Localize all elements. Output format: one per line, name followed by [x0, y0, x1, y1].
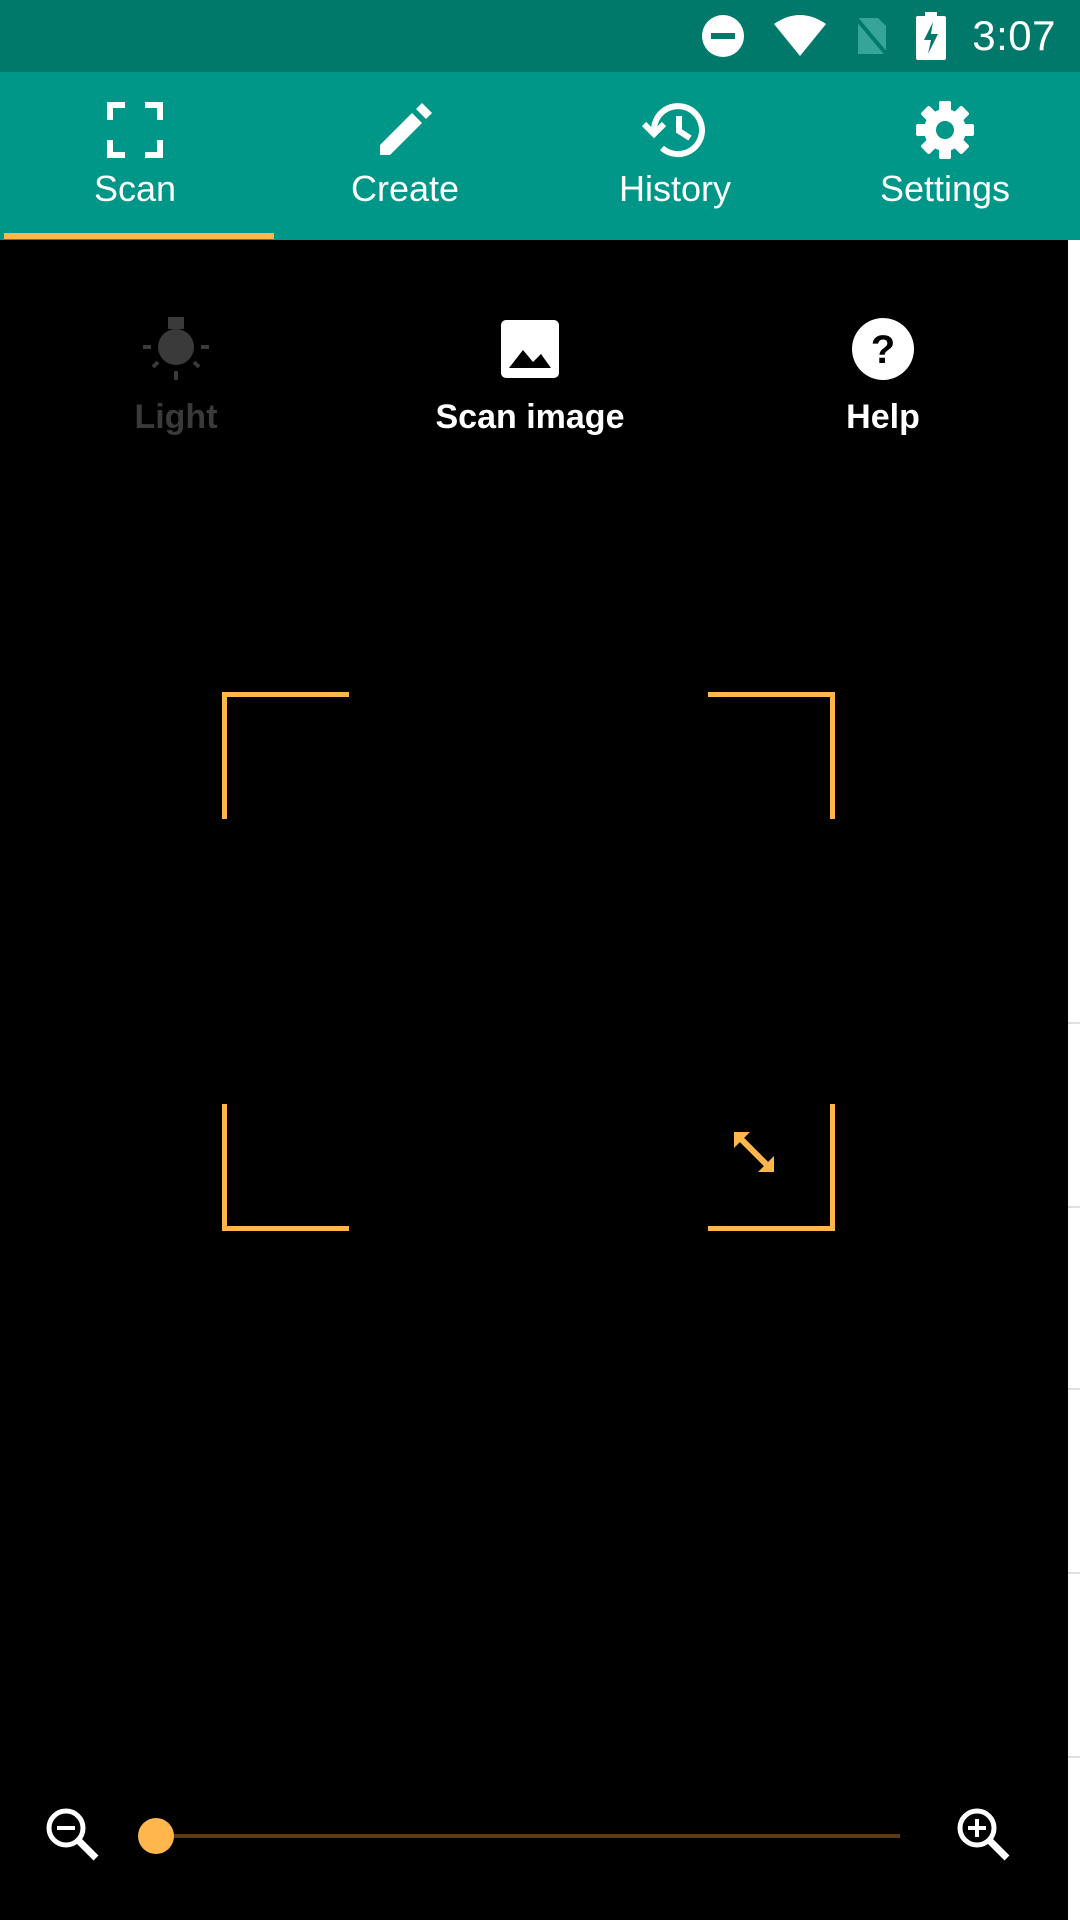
svg-text:?: ?	[871, 328, 895, 372]
help-icon: ?	[852, 318, 914, 380]
zoom-out-icon[interactable]	[44, 1806, 100, 1862]
gear-icon	[916, 101, 974, 159]
tab-settings[interactable]: Settings	[810, 72, 1080, 240]
edge-divider	[1068, 1572, 1080, 1574]
wifi-icon	[774, 15, 827, 56]
help-label: Help	[846, 398, 920, 436]
tab-create-label: Create	[350, 168, 460, 209]
tab-bar: Scan Create History Settings	[0, 72, 1080, 240]
status-bar: 3:07	[0, 0, 1080, 72]
pencil-icon	[380, 103, 432, 155]
image-icon	[501, 320, 559, 378]
viewfinder-corner-top-left	[222, 692, 349, 819]
help-button[interactable]: ? Help	[733, 240, 1033, 470]
tab-create[interactable]: Create	[270, 72, 540, 240]
light-button[interactable]: Light	[26, 240, 326, 470]
edge-divider	[1068, 1206, 1080, 1208]
edge-divider	[1068, 1388, 1080, 1390]
zoom-in-icon[interactable]	[955, 1806, 1011, 1862]
viewfinder-corner-top-right	[708, 692, 835, 819]
flashlight-icon	[143, 317, 209, 380]
zoom-slider-track[interactable]	[156, 1834, 900, 1838]
edge-divider	[1068, 1022, 1080, 1024]
status-time: 3:07	[972, 12, 1056, 59]
side-panel-edge	[1068, 240, 1080, 1920]
scan-image-button[interactable]: Scan image	[380, 240, 680, 470]
status-icons: 3:07	[700, 0, 1056, 72]
scan-frame-icon	[107, 102, 163, 158]
resize-diagonal-icon[interactable]	[730, 1128, 778, 1176]
tab-settings-label: Settings	[879, 168, 1011, 209]
zoom-slider-thumb[interactable]	[138, 1818, 174, 1854]
no-sim-icon	[854, 16, 890, 58]
selected-tab-indicator	[4, 233, 274, 239]
camera-actions: Light Scan image ? Help	[0, 240, 1068, 470]
tab-scan[interactable]: Scan	[0, 72, 270, 240]
battery-charging-icon	[916, 12, 947, 60]
do-not-disturb-icon	[702, 15, 745, 57]
scan-image-label: Scan image	[435, 398, 625, 436]
light-label: Light	[134, 398, 218, 436]
tab-scan-label: Scan	[93, 168, 177, 209]
history-icon	[642, 103, 705, 158]
edge-divider	[1068, 1756, 1080, 1758]
viewfinder-corner-bottom-left	[222, 1104, 349, 1231]
tab-history-label: History	[618, 168, 731, 209]
tab-history[interactable]: History	[540, 72, 810, 240]
